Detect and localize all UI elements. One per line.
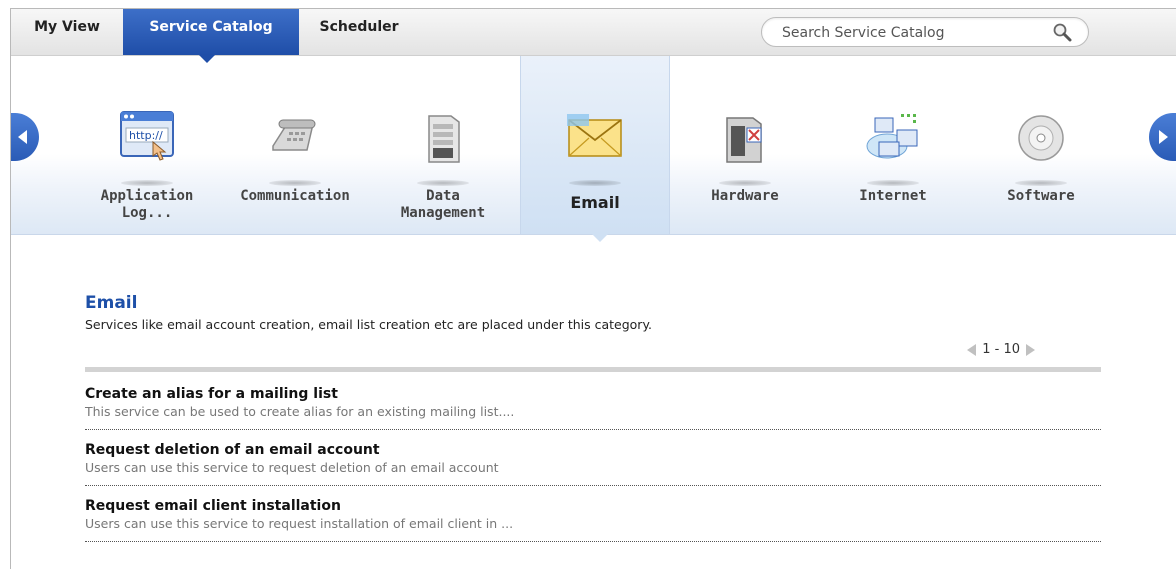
category-software[interactable]: Software	[967, 56, 1115, 234]
hardware-server-icon	[726, 117, 762, 163]
telephone-icon	[272, 119, 316, 151]
top-tab-bar: My View Service Catalog Scheduler	[11, 9, 1176, 56]
category-hardware[interactable]: Hardware	[671, 56, 819, 234]
service-description: Users can use this service to request de…	[85, 460, 499, 475]
category-title: Email	[85, 293, 138, 313]
service-description: Users can use this service to request in…	[85, 516, 514, 531]
service-name[interactable]: Request deletion of an email account	[85, 442, 1101, 458]
icon-shadow	[269, 180, 321, 186]
icon-shadow	[569, 180, 621, 186]
category-application-log[interactable]: http:// Application Log...	[73, 56, 221, 234]
browser-http-icon: http://	[120, 111, 174, 161]
icon-shadow	[121, 180, 173, 186]
service-item[interactable]: Create an alias for a mailing list This …	[85, 373, 1101, 430]
category-label: Hardware	[711, 188, 779, 204]
prev-page-icon[interactable]	[967, 343, 977, 356]
svg-text:http://: http://	[129, 129, 163, 142]
active-tab-pointer	[199, 55, 215, 63]
category-label: Data Management	[400, 188, 486, 221]
category-content: Email Services like email account creati…	[85, 293, 1105, 542]
tab-service-catalog[interactable]: Service Catalog	[123, 9, 299, 55]
category-data-management[interactable]: Data Management	[369, 56, 517, 234]
server-icon	[428, 115, 460, 163]
service-name[interactable]: Create an alias for a mailing list	[85, 386, 1101, 402]
active-category-pointer	[592, 234, 608, 242]
service-name[interactable]: Request email client installation	[85, 498, 1101, 514]
cd-disc-icon	[1018, 115, 1064, 161]
chevron-left-icon	[18, 130, 27, 144]
tab-my-view[interactable]: My View	[11, 9, 123, 55]
category-label: Software	[1007, 188, 1075, 204]
pagination: 1 - 10	[967, 342, 1035, 357]
search-box[interactable]	[761, 17, 1089, 47]
category-email[interactable]: Email	[520, 56, 670, 234]
divider	[85, 367, 1101, 372]
search-input[interactable]	[780, 22, 1044, 44]
category-label: Application Log...	[100, 188, 194, 221]
network-computers-icon	[866, 114, 918, 159]
chevron-right-icon	[1159, 130, 1168, 144]
category-label: Communication	[240, 188, 350, 204]
carousel-next-button[interactable]	[1149, 113, 1176, 161]
service-item[interactable]: Request deletion of an email account Use…	[85, 429, 1101, 486]
service-item[interactable]: Request email client installation Users …	[85, 485, 1101, 542]
category-internet[interactable]: Internet	[819, 56, 967, 234]
category-label: Internet	[859, 188, 927, 204]
service-catalog-window: My View Service Catalog Scheduler http:/…	[10, 8, 1176, 569]
category-carousel: http:// ApplicationLog... Communication	[11, 56, 1176, 235]
icon-shadow	[417, 180, 469, 186]
next-page-icon[interactable]	[1026, 343, 1035, 356]
icon-shadow	[1015, 180, 1067, 186]
category-description: Services like email account creation, em…	[85, 317, 653, 332]
service-description: This service can be used to create alias…	[85, 404, 515, 419]
icon-shadow	[867, 180, 919, 186]
category-label: Email	[570, 193, 620, 212]
icon-shadow	[719, 180, 771, 186]
search-icon[interactable]	[1052, 22, 1072, 42]
tab-scheduler[interactable]: Scheduler	[299, 9, 419, 55]
carousel-prev-button[interactable]	[11, 113, 39, 161]
category-communication[interactable]: Communication	[221, 56, 369, 234]
page-range: 1 - 10	[982, 342, 1020, 357]
envelope-icon	[567, 114, 622, 157]
